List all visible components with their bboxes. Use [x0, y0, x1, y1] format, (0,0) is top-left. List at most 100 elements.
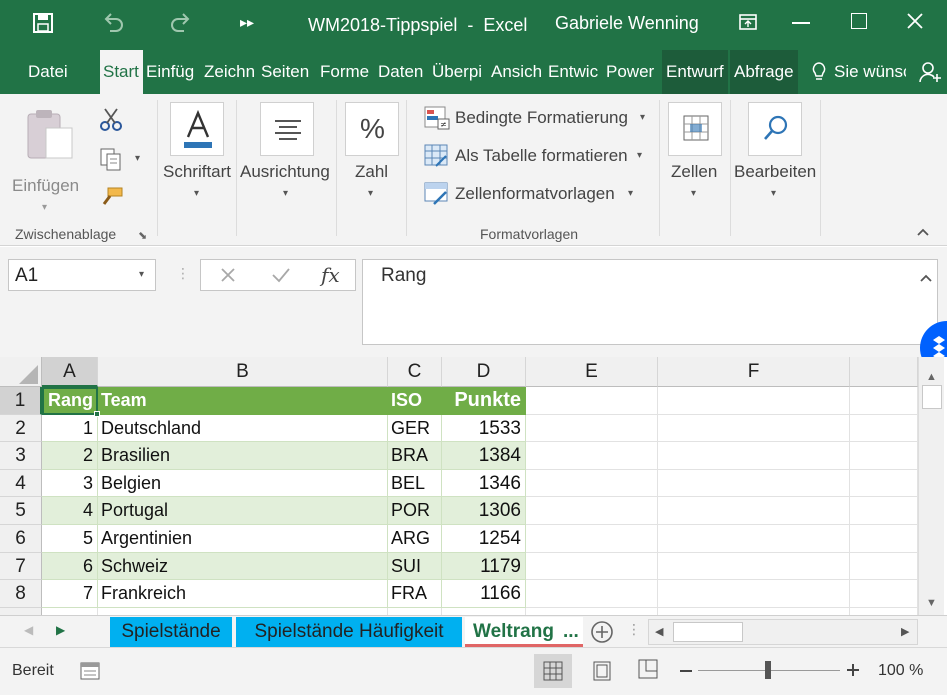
column-header-g[interactable]	[850, 357, 918, 387]
empty-cell[interactable]	[850, 469, 918, 498]
vertical-scrollbar[interactable]: ▲ ▼	[918, 357, 944, 615]
font-button[interactable]	[170, 102, 224, 156]
als-tabelle-button[interactable]: Als Tabelle formatieren	[455, 146, 628, 166]
cell[interactable]: 6	[42, 552, 98, 581]
tab-abfrage[interactable]: Abfrage	[730, 50, 798, 94]
name-box-dropdown-icon[interactable]: ▾	[139, 269, 144, 280]
column-header-f[interactable]: F	[658, 357, 850, 387]
empty-cell[interactable]	[850, 607, 918, 615]
cell[interactable]: 1346	[442, 469, 526, 498]
scroll-sheets-left-icon[interactable]: ◀	[24, 623, 33, 637]
empty-cell[interactable]	[526, 414, 658, 443]
collapse-ribbon-icon[interactable]	[916, 224, 930, 236]
cell[interactable]: Team	[98, 387, 388, 415]
tell-me-search[interactable]: Sie wünsc	[834, 50, 906, 94]
empty-cell[interactable]	[658, 552, 850, 581]
schriftart-label[interactable]: Schriftart	[163, 162, 231, 182]
redo-icon[interactable]	[168, 10, 194, 36]
cancel-icon[interactable]	[219, 266, 237, 284]
cell[interactable]: 7	[42, 580, 98, 608]
row-header[interactable]: 3	[0, 442, 42, 470]
empty-cell[interactable]	[658, 580, 850, 608]
empty-cell[interactable]	[658, 607, 850, 615]
zoom-out-icon[interactable]	[680, 670, 692, 672]
scissors-icon[interactable]	[98, 106, 124, 132]
maximize-icon[interactable]	[851, 13, 867, 29]
zahl-dropdown-icon[interactable]: ▾	[368, 188, 373, 199]
row-header[interactable]: 6	[0, 525, 42, 553]
einfuegen-label[interactable]: Einfügen	[12, 176, 79, 196]
empty-cell[interactable]	[850, 497, 918, 525]
cell[interactable]: Frankreich	[98, 580, 388, 608]
empty-cell[interactable]	[526, 552, 658, 581]
copy-dropdown-icon[interactable]: ▾	[135, 153, 140, 164]
cell[interactable]: 1166	[442, 580, 526, 608]
row-header[interactable]: 2	[0, 414, 42, 443]
empty-cell[interactable]	[850, 552, 918, 581]
tab-seitenlayout[interactable]: Seiten	[261, 50, 316, 94]
number-format-button[interactable]: %	[345, 102, 399, 156]
normal-view-button[interactable]	[534, 654, 572, 688]
tab-entwurf[interactable]: Entwurf	[662, 50, 728, 94]
zoom-in-icon[interactable]	[846, 663, 860, 677]
scroll-sheets-right-icon[interactable]: ▶	[56, 623, 65, 637]
cell[interactable]: 1306	[442, 497, 526, 525]
page-break-view-icon[interactable]	[638, 659, 658, 679]
cell[interactable]: GER	[388, 414, 442, 443]
column-header-d[interactable]: D	[442, 357, 526, 387]
zellenformatvorlagen-dropdown-icon[interactable]: ▾	[628, 188, 633, 199]
scroll-left-icon[interactable]: ◀	[655, 625, 663, 638]
row-header[interactable]: 1	[0, 387, 42, 415]
cell[interactable]: 1533	[442, 414, 526, 443]
save-icon[interactable]	[32, 12, 54, 34]
empty-cell[interactable]	[658, 442, 850, 470]
user-name[interactable]: Gabriele Wenning	[555, 13, 699, 34]
row-header[interactable]: 7	[0, 552, 42, 581]
empty-cell[interactable]	[526, 469, 658, 498]
cell[interactable]: Deutschland	[98, 414, 388, 443]
zellenformatvorlagen-button[interactable]: Zellenformatvorlagen	[455, 184, 615, 204]
empty-cell[interactable]	[526, 580, 658, 608]
cell[interactable]: Punkte	[442, 387, 526, 415]
cell[interactable]	[442, 607, 526, 615]
ausrichtung-label[interactable]: Ausrichtung	[240, 162, 330, 182]
zellen-dropdown-icon[interactable]: ▾	[691, 188, 696, 199]
page-layout-view-icon[interactable]	[592, 661, 612, 681]
clipboard-paste-icon[interactable]	[24, 106, 76, 162]
cell[interactable]: BEL	[388, 469, 442, 498]
ribbon-display-options-icon[interactable]	[738, 12, 758, 32]
tab-power-pivot[interactable]: Power	[606, 50, 658, 94]
row-header[interactable]: 5	[0, 497, 42, 525]
sheet-tab-weltrang[interactable]: Weltrang ...	[465, 617, 583, 647]
worksheet-grid[interactable]: A B C D E F 1 Rang Team ISO Punkte 2 1 Deutschl…	[0, 357, 947, 615]
als-tabelle-dropdown-icon[interactable]: ▾	[637, 150, 642, 161]
tabs-split-handle-icon[interactable]: ⋮	[627, 621, 641, 638]
cell[interactable]	[98, 607, 388, 615]
active-cell[interactable]: Rang	[42, 387, 98, 415]
cell[interactable]: Schweiz	[98, 552, 388, 581]
sheet-tab-spielstaende-haeufigkeit[interactable]: Spielstände Häufigkeit	[236, 617, 462, 647]
cell[interactable]: 1384	[442, 442, 526, 470]
cell[interactable]: BRA	[388, 442, 442, 470]
bearbeiten-dropdown-icon[interactable]: ▾	[771, 188, 776, 199]
empty-cell[interactable]	[850, 387, 918, 415]
row-header[interactable]: 8	[0, 580, 42, 608]
cell[interactable]: 4	[42, 497, 98, 525]
scroll-right-icon[interactable]: ▶	[901, 625, 909, 638]
formula-input[interactable]: Rang	[362, 259, 938, 345]
confirm-icon[interactable]	[271, 266, 291, 284]
cell[interactable]: 1	[42, 414, 98, 443]
column-header-b[interactable]: B	[98, 357, 388, 387]
column-header-a[interactable]: A	[42, 357, 98, 387]
empty-cell[interactable]	[850, 442, 918, 470]
horizontal-scrollbar[interactable]: ◀ ▶	[648, 619, 918, 645]
zoom-level[interactable]: 100 %	[878, 662, 923, 680]
cell[interactable]: Portugal	[98, 497, 388, 525]
cell[interactable]	[42, 607, 98, 615]
empty-cell[interactable]	[850, 414, 918, 443]
empty-cell[interactable]	[658, 414, 850, 443]
cell[interactable]: ISO	[388, 387, 442, 415]
ausrichtung-dropdown-icon[interactable]: ▾	[283, 188, 288, 199]
editing-button[interactable]	[748, 102, 802, 156]
name-box[interactable]: A1 ▾	[8, 259, 156, 291]
